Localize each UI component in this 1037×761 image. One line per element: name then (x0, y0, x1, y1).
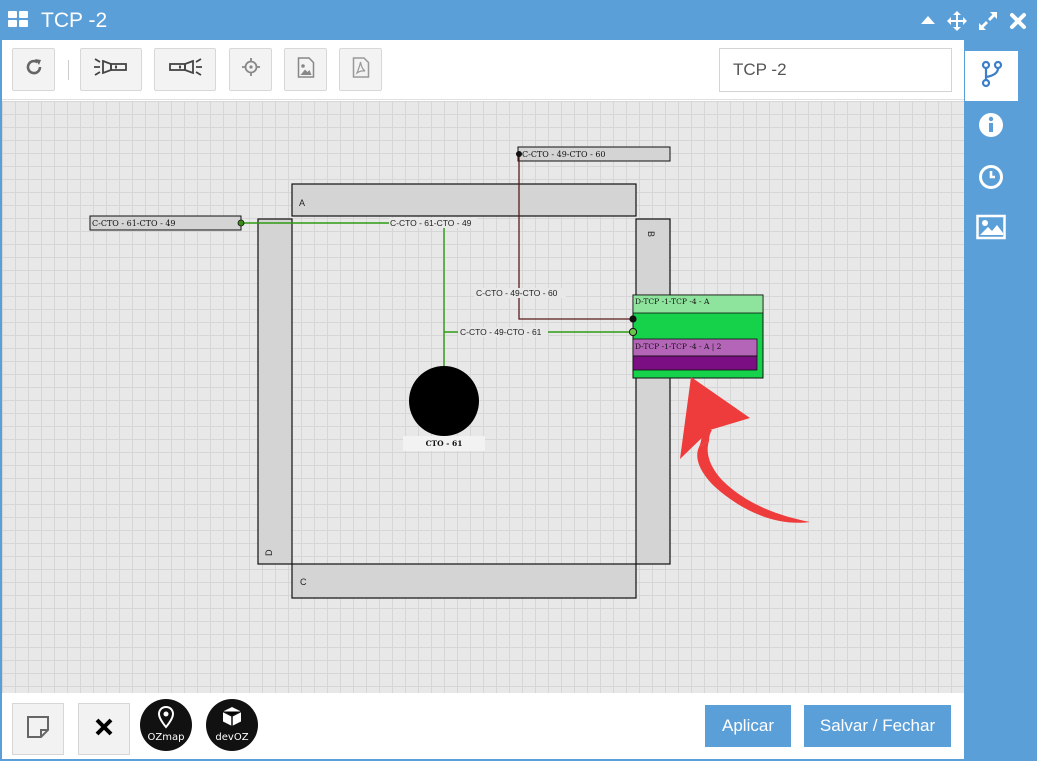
collapse-icon[interactable] (920, 14, 936, 26)
connector-dot-left[interactable] (237, 219, 245, 227)
fiber-label-vertical: C-CTO - 49-CTO - 60 (476, 288, 558, 298)
ozmap-logo-text: OZmap (147, 732, 185, 743)
tab-history[interactable] (976, 164, 1006, 194)
toolbar-separator (68, 60, 69, 80)
move-icon[interactable] (946, 10, 968, 32)
window-title: TCP -2 (41, 9, 108, 32)
side-label-a: A (299, 198, 305, 208)
branch-icon (981, 60, 1003, 93)
clock-icon (978, 164, 1004, 195)
save-close-button[interactable]: Salvar / Fechar (804, 705, 951, 747)
delete-button[interactable] (78, 703, 130, 755)
expand-icon[interactable] (978, 11, 998, 31)
flashlight-on-icon (93, 56, 129, 83)
export-image-button[interactable] (284, 48, 327, 91)
refresh-button[interactable] (12, 48, 55, 91)
footer-bar: OZmap devOZ Aplicar Salvar / Fechar (2, 693, 964, 759)
highlight-off-button[interactable] (154, 48, 216, 91)
annotation-arrow-shaft (697, 441, 810, 523)
device-title: D-TCP -1-TCP -4 - A (635, 297, 710, 306)
cube-icon (221, 706, 243, 733)
device-port-body (632, 355, 758, 371)
name-input[interactable] (719, 48, 952, 92)
connector-dot-top[interactable] (516, 151, 522, 157)
annotation-arrow-head (680, 377, 750, 459)
highlight-on-button[interactable] (80, 48, 142, 91)
tab-connections[interactable] (965, 51, 1018, 101)
crosshair-icon (241, 57, 261, 82)
side-label-c: C (300, 577, 307, 587)
device-input-dot-2[interactable] (628, 327, 638, 337)
tab-images[interactable] (976, 214, 1006, 244)
side-panel-b[interactable] (635, 218, 671, 565)
close-icon[interactable] (1009, 12, 1027, 30)
sticky-note-icon (26, 715, 50, 744)
diagram-canvas[interactable]: A C B D C-CTO - 61-CTO - 49 C-CTO - 49-C… (2, 101, 964, 693)
devoz-logo[interactable]: devOZ (206, 699, 258, 751)
center-button[interactable] (229, 48, 272, 91)
window-body: A C B D C-CTO - 61-CTO - 49 C-CTO - 49-C… (2, 40, 964, 759)
window-titlebar: TCP -2 (0, 0, 1037, 42)
cable-left-label: C-CTO - 61-CTO - 49 (92, 219, 176, 228)
fiber-label-horizontal: C-CTO - 61-CTO - 49 (390, 218, 472, 228)
apply-button[interactable]: Aplicar (705, 705, 791, 747)
close-x-icon (94, 717, 114, 742)
device-input-dot-1[interactable] (629, 315, 637, 323)
grid-icon (8, 11, 30, 29)
splice-diagram: A C B D C-CTO - 61-CTO - 49 C-CTO - 49-C… (89, 146, 810, 599)
cto-node[interactable] (409, 366, 479, 436)
picture-icon (976, 214, 1006, 245)
export-pdf-button[interactable] (339, 48, 382, 91)
devoz-logo-text: devOZ (215, 732, 249, 743)
ozmap-logo[interactable]: OZmap (140, 699, 192, 751)
note-button[interactable] (12, 703, 64, 755)
cto-label: CTO - 61 (426, 439, 463, 448)
toolbar (2, 40, 964, 100)
flashlight-off-icon (167, 56, 203, 83)
side-panel-c[interactable] (291, 563, 637, 599)
info-icon (978, 112, 1004, 143)
cable-top-label: C-CTO - 49-CTO - 60 (522, 150, 606, 159)
device-port-label: D-TCP -1-TCP -4 - A | 2 (635, 342, 722, 351)
side-panel-d[interactable] (257, 218, 293, 565)
side-label-b: B (646, 231, 656, 237)
refresh-icon (24, 57, 44, 82)
fiber-label-green: C-CTO - 49-CTO - 61 (460, 327, 542, 337)
map-pin-icon (157, 705, 175, 735)
side-label-d: D (264, 549, 274, 556)
side-panel-a[interactable] (291, 183, 637, 217)
image-icon (297, 56, 315, 83)
pdf-icon (352, 56, 370, 83)
tab-info[interactable] (976, 112, 1006, 142)
